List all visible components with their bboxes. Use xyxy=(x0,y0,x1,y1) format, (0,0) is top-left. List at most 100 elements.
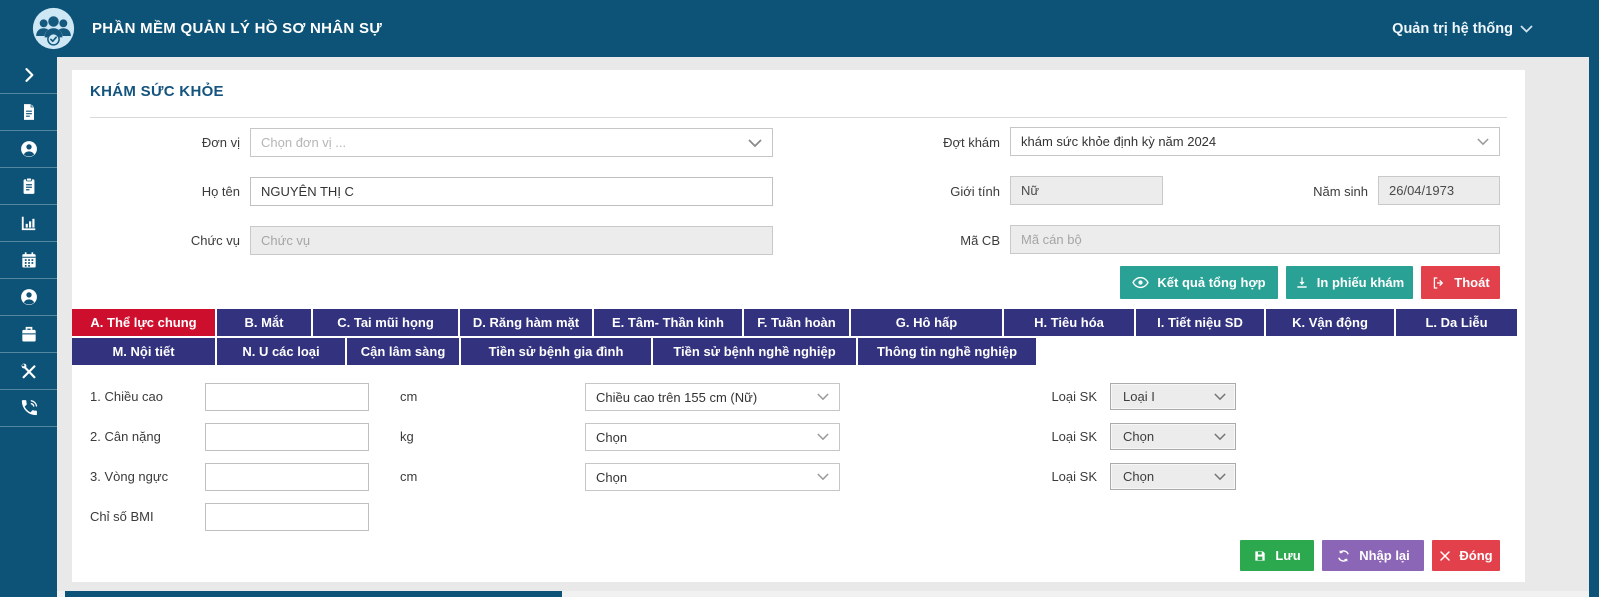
ho-ten-input[interactable] xyxy=(250,177,773,206)
tab-u-cac-loai[interactable]: N. U các loại xyxy=(217,338,345,365)
tab-tieu-hoa[interactable]: H. Tiêu hóa xyxy=(1004,309,1134,336)
tab-tai-mui-hong[interactable]: C. Tai mũi họng xyxy=(313,309,458,336)
loai-sk-value-3: Chọn xyxy=(1123,469,1154,484)
dong-button[interactable]: Đóng xyxy=(1432,540,1500,571)
chevron-right-icon xyxy=(19,65,39,85)
can-nang-category-select[interactable]: Chọn xyxy=(585,423,840,451)
luu-button[interactable]: Lưu xyxy=(1240,540,1314,571)
gioi-tinh-input xyxy=(1010,176,1163,205)
title-divider xyxy=(90,117,1507,118)
chevron-down-icon xyxy=(1214,433,1226,441)
vong-nguc-label: 3. Vòng ngực xyxy=(90,463,202,491)
loai-sk-value-1: Loại I xyxy=(1123,389,1155,404)
ma-cb-input xyxy=(1010,225,1500,254)
sidebar-item-contact[interactable] xyxy=(0,390,57,427)
sidebar-item-reports[interactable] xyxy=(0,205,57,242)
sidebar-item-profile[interactable] xyxy=(0,131,57,168)
loai-sk-select-1[interactable]: Loại I xyxy=(1110,383,1236,410)
in-phieu-kham-label: In phiếu khám xyxy=(1317,275,1404,290)
chevron-down-icon xyxy=(1214,473,1226,481)
tab-rang-ham-mat[interactable]: D. Răng hàm mặt xyxy=(460,309,592,336)
chevron-down-icon xyxy=(1477,138,1489,146)
sidebar-expand-button[interactable] xyxy=(0,57,57,94)
tab-the-luc-chung[interactable]: A. Thể lực chung xyxy=(72,309,215,336)
chieu-cao-label: 1. Chiều cao xyxy=(90,383,202,411)
don-vi-select[interactable]: Chọn đơn vị ... xyxy=(250,128,773,157)
don-vi-placeholder: Chọn đơn vị ... xyxy=(261,135,346,150)
loai-sk-select-3[interactable]: Chọn xyxy=(1110,463,1236,490)
user-icon xyxy=(19,139,39,159)
gioi-tinh-label: Giới tính xyxy=(822,177,1000,206)
chevron-down-icon xyxy=(817,473,829,481)
tab-mat[interactable]: B. Mắt xyxy=(217,309,311,336)
tab-van-dong[interactable]: K. Vận động xyxy=(1266,309,1394,336)
chevron-down-icon xyxy=(817,393,829,401)
sidebar-item-schedule[interactable] xyxy=(0,242,57,279)
vong-nguc-category-select[interactable]: Chọn xyxy=(585,463,840,491)
chieu-cao-category-select[interactable]: Chiều cao trên 155 cm (Nữ) xyxy=(585,383,840,411)
ma-cb-label: Mã CB xyxy=(822,226,1000,255)
download-icon xyxy=(1295,275,1309,290)
app-header: PHẦN MỀM QUẢN LÝ HỒ SƠ NHÂN SỰ Quản trị … xyxy=(0,0,1599,57)
dot-kham-label: Đợt khám xyxy=(822,128,1000,157)
dot-kham-select[interactable]: khám sức khỏe định kỳ năm 2024 xyxy=(1010,127,1500,156)
tab-da-lieu[interactable]: L. Da Liễu xyxy=(1396,309,1517,336)
tab-tuan-hoan[interactable]: F. Tuần hoàn xyxy=(744,309,849,336)
vertical-scrollbar[interactable] xyxy=(1589,0,1599,597)
tab-tien-su-benh-gia-dinh[interactable]: Tiền sử bệnh gia đình xyxy=(461,338,651,365)
nam-sinh-input xyxy=(1378,176,1500,205)
user-menu-label: Quản trị hệ thống xyxy=(1392,21,1513,37)
tab-tiet-nieu-sd[interactable]: I. Tiết niệu SD xyxy=(1136,309,1264,336)
bar-chart-icon xyxy=(19,213,39,233)
can-nang-input[interactable] xyxy=(205,423,369,451)
tab-ho-hap[interactable]: G. Hô hấp xyxy=(851,309,1002,336)
eye-icon xyxy=(1132,276,1149,289)
vong-nguc-input[interactable] xyxy=(205,463,369,491)
tab-tien-su-benh-nghe-nghiep[interactable]: Tiền sử bệnh nghề nghiệp xyxy=(653,338,856,365)
people-group-check-icon xyxy=(31,6,76,51)
tabs-row-2: M. Nội tiết N. U các loại Cận lâm sàng T… xyxy=(72,338,1038,365)
dong-label: Đóng xyxy=(1459,548,1492,563)
tabs-row-1: A. Thể lực chung B. Mắt C. Tai mũi họng … xyxy=(72,309,1519,336)
sidebar-item-settings[interactable] xyxy=(0,353,57,390)
chuc-vu-input xyxy=(250,226,773,255)
user-icon xyxy=(19,287,39,307)
bmi-input[interactable] xyxy=(205,503,369,531)
tab-noi-tiet[interactable]: M. Nội tiết xyxy=(72,338,215,365)
sidebar-item-work[interactable] xyxy=(0,316,57,353)
nhap-lai-button[interactable]: Nhập lại xyxy=(1322,540,1424,571)
ho-ten-label: Họ tên xyxy=(72,177,240,206)
tab-can-lam-sang[interactable]: Cận lâm sàng xyxy=(347,338,459,365)
app-title: PHẦN MỀM QUẢN LÝ HỒ SƠ NHÂN SỰ xyxy=(92,0,382,57)
chevron-down-icon xyxy=(748,139,762,148)
user-menu[interactable]: Quản trị hệ thống xyxy=(1392,0,1533,57)
tab-tam-than-kinh[interactable]: E. Tâm- Thần kinh xyxy=(594,309,742,336)
thoat-label: Thoát xyxy=(1454,275,1489,290)
calendar-icon xyxy=(19,250,39,270)
horizontal-scrollbar-thumb[interactable] xyxy=(65,591,562,597)
sidebar-item-documents[interactable] xyxy=(0,94,57,131)
loai-sk-select-2[interactable]: Chọn xyxy=(1110,423,1236,450)
tools-icon xyxy=(19,361,39,381)
vong-nguc-category-value: Chọn xyxy=(596,470,627,485)
chevron-down-icon xyxy=(1214,393,1226,401)
loai-sk-label-3: Loại SK xyxy=(1002,463,1097,491)
ket-qua-tong-hop-label: Kết quả tổng hợp xyxy=(1157,275,1265,290)
tab-thong-tin-nghe-nghiep[interactable]: Thông tin nghề nghiệp xyxy=(858,338,1036,365)
close-icon xyxy=(1439,550,1451,562)
sign-out-icon xyxy=(1431,276,1446,290)
sidebar-item-staff[interactable] xyxy=(0,279,57,316)
chevron-down-icon xyxy=(1520,25,1533,33)
in-phieu-kham-button[interactable]: In phiếu khám xyxy=(1286,266,1413,299)
nhap-lai-label: Nhập lại xyxy=(1359,548,1410,563)
ket-qua-tong-hop-button[interactable]: Kết quả tổng hợp xyxy=(1120,266,1278,299)
thoat-button[interactable]: Thoát xyxy=(1421,266,1500,299)
don-vi-label: Đơn vị xyxy=(72,128,240,157)
chieu-cao-category-value: Chiều cao trên 155 cm (Nữ) xyxy=(596,390,757,405)
dot-kham-value: khám sức khỏe định kỳ năm 2024 xyxy=(1021,134,1216,149)
chieu-cao-input[interactable] xyxy=(205,383,369,411)
sidebar xyxy=(0,57,57,597)
sidebar-item-records[interactable] xyxy=(0,168,57,205)
refresh-icon xyxy=(1336,549,1351,563)
horizontal-scrollbar-track[interactable] xyxy=(57,591,1589,597)
